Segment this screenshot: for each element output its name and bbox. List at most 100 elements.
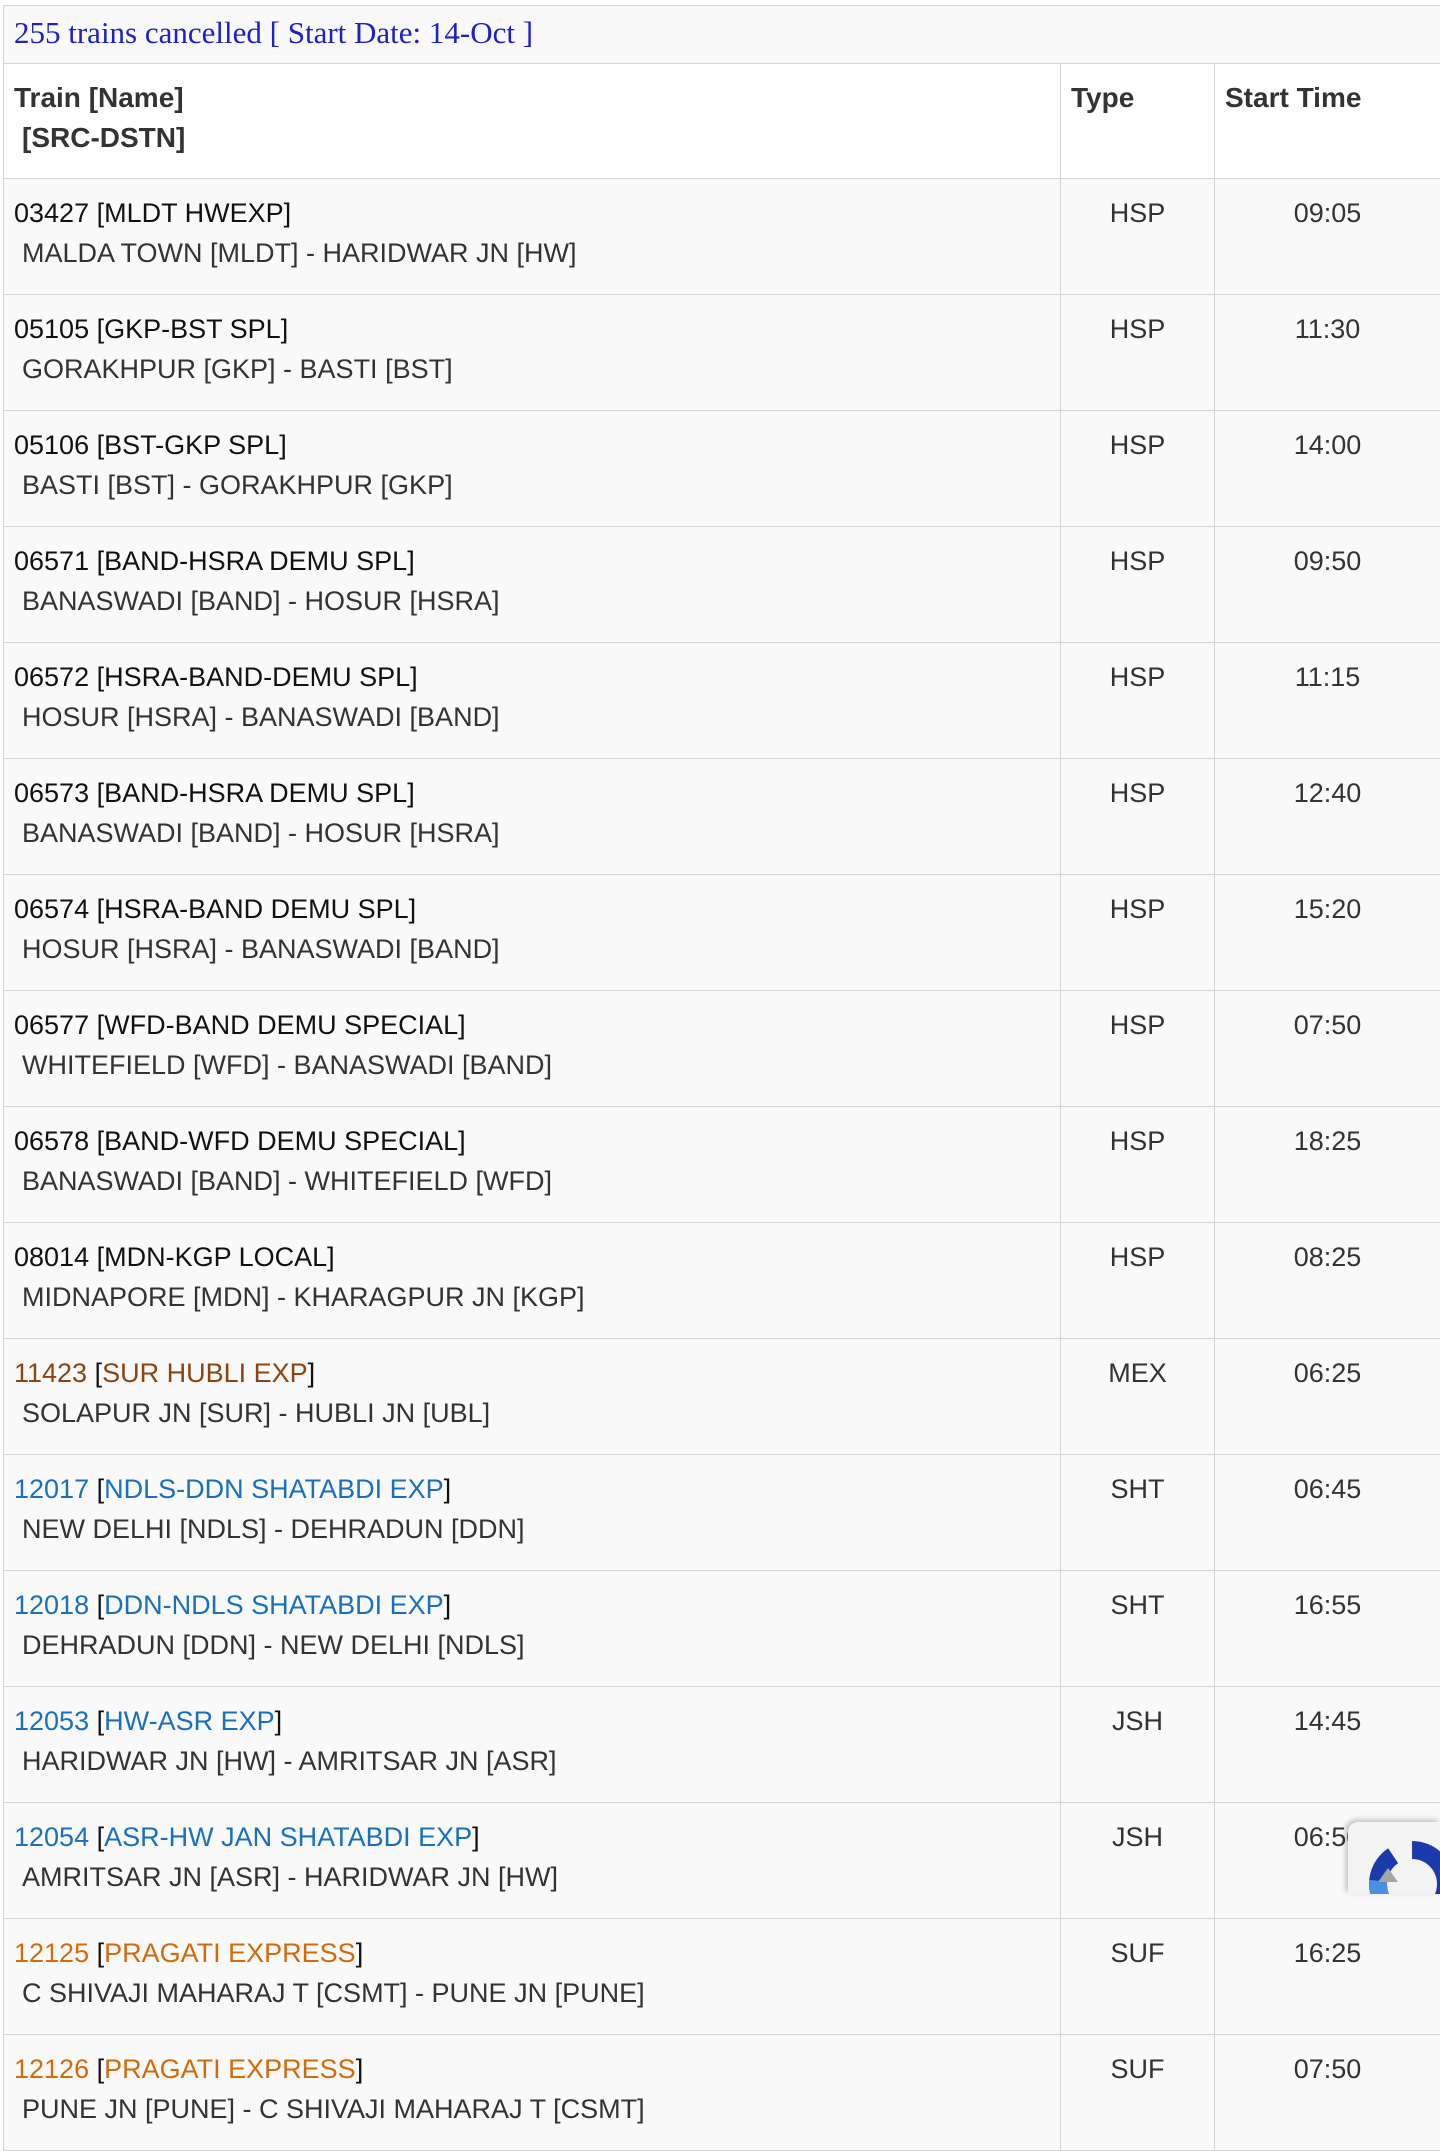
train-number[interactable]: 12053 [14,1706,89,1736]
train-name-line: 12018 [DDN-NDLS SHATABDI EXP] [14,1585,1050,1625]
start-time: 12:40 [1215,759,1440,875]
train-type: SHT [1061,1455,1215,1571]
start-time: 14:45 [1215,1687,1440,1803]
table-row: 06571 [BAND-HSRA DEMU SPL]BANASWADI [BAN… [4,527,1440,643]
train-number[interactable]: 12125 [14,1938,89,1968]
header-type: Type [1061,64,1215,179]
train-cell: 06577 [WFD-BAND DEMU SPECIAL]WHITEFIELD … [4,991,1061,1107]
train-number: 06577 [14,1010,89,1040]
train-number: 06573 [14,778,89,808]
train-route: HOSUR [HSRA] - BANASWADI [BAND] [14,929,1050,969]
train-name[interactable]: HW-ASR EXP [104,1706,275,1736]
train-number: 06574 [14,894,89,924]
train-number[interactable]: 12126 [14,2054,89,2084]
train-name-line: 06573 [BAND-HSRA DEMU SPL] [14,773,1050,813]
train-number[interactable]: 11423 [14,1358,87,1388]
train-type: JSH [1061,1687,1215,1803]
table-row: 12054 [ASR-HW JAN SHATABDI EXP]AMRITSAR … [4,1803,1440,1919]
start-time: 18:25 [1215,1107,1440,1223]
train-type: MEX [1061,1339,1215,1455]
train-cell: 11423 [SUR HUBLI EXP]SOLAPUR JN [SUR] - … [4,1339,1061,1455]
train-name[interactable]: PRAGATI EXPRESS [104,2054,356,2084]
table-row: 12053 [HW-ASR EXP]HARIDWAR JN [HW] - AMR… [4,1687,1440,1803]
train-name[interactable]: SUR HUBLI EXP [102,1358,308,1388]
train-number: 03427 [14,198,89,228]
train-name: WFD-BAND DEMU SPECIAL [104,1010,458,1040]
start-time: 15:20 [1215,875,1440,991]
table-row: 06577 [WFD-BAND DEMU SPECIAL]WHITEFIELD … [4,991,1440,1107]
train-name-line: 06571 [BAND-HSRA DEMU SPL] [14,541,1050,581]
header-src-dstn: [SRC-DSTN] [14,118,1050,158]
train-cell: 12017 [NDLS-DDN SHATABDI EXP]NEW DELHI [… [4,1455,1061,1571]
train-cell: 12018 [DDN-NDLS SHATABDI EXP]DEHRADUN [D… [4,1571,1061,1687]
train-route: NEW DELHI [NDLS] - DEHRADUN [DDN] [14,1509,1050,1549]
train-type: HSP [1061,643,1215,759]
train-type: HSP [1061,1107,1215,1223]
train-route: DEHRADUN [DDN] - NEW DELHI [NDLS] [14,1625,1050,1665]
train-cell: 06572 [HSRA-BAND-DEMU SPL]HOSUR [HSRA] -… [4,643,1061,759]
train-name[interactable]: NDLS-DDN SHATABDI EXP [104,1474,444,1504]
start-time: 14:00 [1215,411,1440,527]
table-row: 05106 [BST-GKP SPL]BASTI [BST] - GORAKHP… [4,411,1440,527]
train-route: HARIDWAR JN [HW] - AMRITSAR JN [ASR] [14,1741,1050,1781]
train-name: BST-GKP SPL [104,430,279,460]
table-row: 12126 [PRAGATI EXPRESS]PUNE JN [PUNE] - … [4,2035,1440,2151]
train-cell: 06574 [HSRA-BAND DEMU SPL]HOSUR [HSRA] -… [4,875,1061,991]
train-number[interactable]: 12054 [14,1822,89,1852]
cancelled-trains-panel: 255 trains cancelled [ Start Date: 14-Oc… [3,5,1440,2151]
train-type: JSH [1061,1803,1215,1919]
table-row: 03427 [MLDT HWEXP]MALDA TOWN [MLDT] - HA… [4,179,1440,295]
train-cell: 05106 [BST-GKP SPL]BASTI [BST] - GORAKHP… [4,411,1061,527]
recaptcha-badge[interactable] [1348,1822,1440,1894]
train-name: BAND-WFD DEMU SPECIAL [104,1126,458,1156]
train-type: HSP [1061,527,1215,643]
table-row: 12125 [PRAGATI EXPRESS]C SHIVAJI MAHARAJ… [4,1919,1440,2035]
train-name: BAND-HSRA DEMU SPL [104,546,407,576]
train-name-line: 06578 [BAND-WFD DEMU SPECIAL] [14,1121,1050,1161]
train-route: BANASWADI [BAND] - HOSUR [HSRA] [14,813,1050,853]
header-train-name: Train [Name] [14,82,184,113]
train-type: HSP [1061,759,1215,875]
train-name-line: 03427 [MLDT HWEXP] [14,193,1050,233]
train-number: 06578 [14,1126,89,1156]
table-row: 06572 [HSRA-BAND-DEMU SPL]HOSUR [HSRA] -… [4,643,1440,759]
train-number[interactable]: 12018 [14,1590,89,1620]
train-name: HSRA-BAND DEMU SPL [104,894,409,924]
train-route: C SHIVAJI MAHARAJ T [CSMT] - PUNE JN [PU… [14,1973,1050,2013]
train-type: HSP [1061,1223,1215,1339]
start-time: 11:30 [1215,295,1440,411]
train-number[interactable]: 12017 [14,1474,89,1504]
start-time: 07:50 [1215,2035,1440,2151]
train-name-line: 06572 [HSRA-BAND-DEMU SPL] [14,657,1050,697]
train-name-line: 12017 [NDLS-DDN SHATABDI EXP] [14,1469,1050,1509]
train-name-line: 12126 [PRAGATI EXPRESS] [14,2049,1050,2089]
train-number: 06572 [14,662,89,692]
start-time: 16:25 [1215,1919,1440,2035]
start-time: 09:50 [1215,527,1440,643]
train-route: HOSUR [HSRA] - BANASWADI [BAND] [14,697,1050,737]
train-name[interactable]: ASR-HW JAN SHATABDI EXP [104,1822,472,1852]
table-row: 06574 [HSRA-BAND DEMU SPL]HOSUR [HSRA] -… [4,875,1440,991]
train-route: SOLAPUR JN [SUR] - HUBLI JN [UBL] [14,1393,1050,1433]
train-number: 05106 [14,430,89,460]
cancelled-trains-table: 255 trains cancelled [ Start Date: 14-Oc… [3,5,1440,2151]
header-start-time: Start Time [1215,64,1440,179]
table-row: 06578 [BAND-WFD DEMU SPECIAL]BANASWADI [… [4,1107,1440,1223]
train-type: SUF [1061,1919,1215,2035]
train-type: SHT [1061,1571,1215,1687]
header-train: Train [Name] [SRC-DSTN] [4,64,1061,179]
train-name[interactable]: PRAGATI EXPRESS [104,1938,356,1968]
train-route: BANASWADI [BAND] - WHITEFIELD [WFD] [14,1161,1050,1201]
train-route: PUNE JN [PUNE] - C SHIVAJI MAHARAJ T [CS… [14,2089,1050,2129]
table-row: 06573 [BAND-HSRA DEMU SPL]BANASWADI [BAN… [4,759,1440,875]
train-name[interactable]: DDN-NDLS SHATABDI EXP [104,1590,444,1620]
train-name-line: 06574 [HSRA-BAND DEMU SPL] [14,889,1050,929]
train-route: BASTI [BST] - GORAKHPUR [GKP] [14,465,1050,505]
table-row: 08014 [MDN-KGP LOCAL]MIDNAPORE [MDN] - K… [4,1223,1440,1339]
train-number: 08014 [14,1242,89,1272]
train-name: MLDT HWEXP [104,198,284,228]
train-name-line: 12053 [HW-ASR EXP] [14,1701,1050,1741]
table-row: 12018 [DDN-NDLS SHATABDI EXP]DEHRADUN [D… [4,1571,1440,1687]
train-type: HSP [1061,295,1215,411]
table-row: 11423 [SUR HUBLI EXP]SOLAPUR JN [SUR] - … [4,1339,1440,1455]
